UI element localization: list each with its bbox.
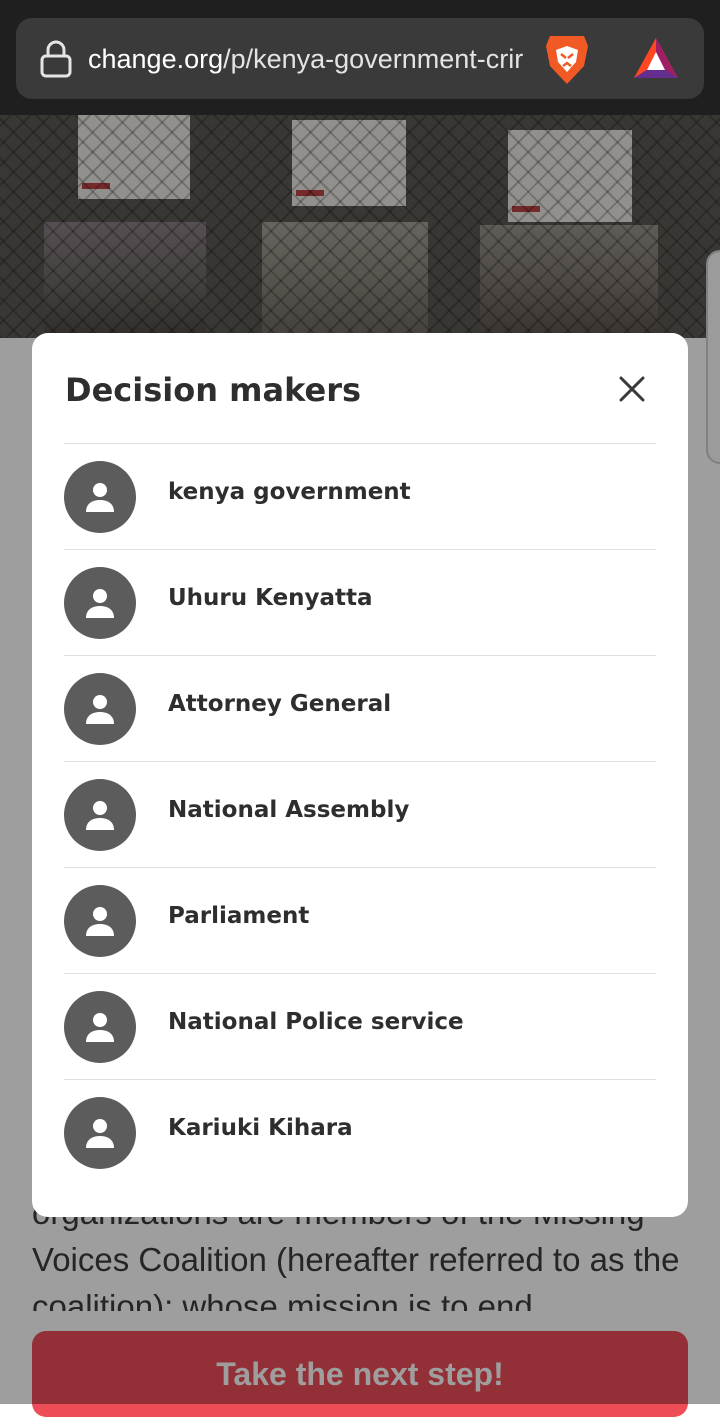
avatar xyxy=(64,1097,136,1169)
person-icon xyxy=(86,801,114,830)
decision-maker-item[interactable]: Parliament xyxy=(64,867,656,973)
decision-maker-name: kenya government xyxy=(168,479,411,505)
decision-maker-item[interactable]: Attorney General xyxy=(64,655,656,761)
avatar xyxy=(64,991,136,1063)
browser-toolbar: change.org/p/kenya-government-crir xyxy=(0,0,720,115)
decision-makers-list: kenya government Uhuru Kenyatta Attorney G… xyxy=(64,443,656,1185)
modal-title: Decision makers xyxy=(65,371,362,409)
person-icon xyxy=(86,1119,114,1148)
brave-lion-icon[interactable] xyxy=(544,32,590,86)
url-text[interactable]: change.org/p/kenya-government-crir xyxy=(88,40,540,78)
person-icon xyxy=(86,1013,114,1042)
decision-maker-item[interactable]: National Assembly xyxy=(64,761,656,867)
decision-maker-item[interactable]: Uhuru Kenyatta xyxy=(64,549,656,655)
person-icon xyxy=(86,589,114,618)
decision-maker-name: Parliament xyxy=(168,903,310,929)
bat-triangle-icon[interactable] xyxy=(632,36,680,80)
person-icon xyxy=(86,483,114,512)
avatar xyxy=(64,461,136,533)
person-icon xyxy=(86,695,114,724)
avatar xyxy=(64,567,136,639)
avatar xyxy=(64,673,136,745)
decision-maker-item[interactable]: National Police service xyxy=(64,973,656,1079)
decision-maker-item[interactable]: Kariuki Kihara xyxy=(64,1079,656,1185)
close-icon[interactable] xyxy=(612,369,652,409)
person-icon xyxy=(86,907,114,936)
decision-maker-name: National Assembly xyxy=(168,797,410,823)
decision-maker-name: Kariuki Kihara xyxy=(168,1115,353,1141)
decision-maker-name: Attorney General xyxy=(168,691,392,717)
decision-maker-item[interactable]: kenya government xyxy=(64,443,656,549)
avatar xyxy=(64,885,136,957)
decision-maker-name: National Police service xyxy=(168,1009,464,1035)
lock-icon xyxy=(40,40,72,78)
avatar xyxy=(64,779,136,851)
decision-makers-modal: Decision makers kenya government Uhuru Ke… xyxy=(32,333,688,1217)
decision-maker-name: Uhuru Kenyatta xyxy=(168,585,373,611)
address-bar[interactable]: change.org/p/kenya-government-crir xyxy=(16,18,704,99)
url-domain: change.org xyxy=(88,44,224,74)
url-path: /p/kenya-government-crir xyxy=(223,44,524,74)
